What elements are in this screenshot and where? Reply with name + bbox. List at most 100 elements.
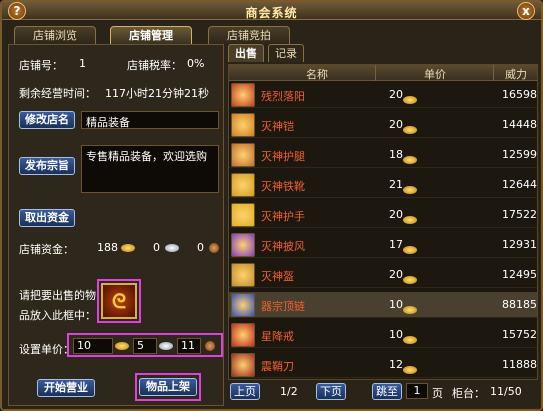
header-divider <box>375 65 376 81</box>
item-name: 灭神护手 <box>261 210 305 223</box>
shop-window: ? 商会系统 x 店铺浏览 店铺管理 店铺竞拍 店铺号： 1 店铺税率： 0% … <box>0 0 543 411</box>
gold-coin-icon <box>403 216 417 224</box>
price-label: 设置单价： <box>19 343 74 356</box>
item-price-value: 21 <box>389 178 403 191</box>
item-price-value: 10 <box>389 298 403 311</box>
item-price: 12 <box>389 358 417 374</box>
item-price-value: 17 <box>389 238 403 251</box>
item-name: 灭神铁靴 <box>261 180 305 193</box>
item-icon <box>231 203 255 227</box>
gold-coin-icon <box>403 96 417 104</box>
shop-name-input[interactable]: 精品装备 <box>81 111 219 129</box>
item-price-value: 20 <box>389 268 403 281</box>
shop-no-label: 店铺号： <box>19 59 63 72</box>
sword-item-icon: ᘓ <box>111 289 127 313</box>
list-item-button[interactable]: 物品上架 <box>139 378 197 396</box>
table-row[interactable]: 灭神铁靴 21 12644 <box>229 172 537 198</box>
item-power: 88185 <box>502 298 537 311</box>
counter-label: 柜台： <box>452 387 485 400</box>
item-icon <box>231 143 255 167</box>
tab-browse[interactable]: 店铺浏览 <box>14 26 96 44</box>
silver-ingot-icon <box>159 342 173 350</box>
item-power: 17522 <box>502 208 537 221</box>
motto-input[interactable]: 专售精品装备，欢迎选购 <box>81 145 219 193</box>
item-price: 10 <box>389 298 417 314</box>
table-row[interactable]: 灭神盔 20 12495 <box>229 262 537 288</box>
tab-auction[interactable]: 店铺竞拍 <box>208 26 290 44</box>
tab-manage[interactable]: 店铺管理 <box>110 26 192 44</box>
right-panel: 出售 记录 名称 单价 威力 残烈落阳 20 16598 灭神铠 20 14448 灭神护腿… <box>228 44 538 406</box>
item-icon <box>231 173 255 197</box>
close-button[interactable]: x <box>517 2 535 20</box>
item-icon <box>231 323 255 347</box>
tax-value: 0% <box>187 57 205 70</box>
item-name: 灭神护腿 <box>261 150 305 163</box>
item-price-value: 18 <box>389 148 403 161</box>
tab-selling[interactable]: 出售 <box>228 44 264 62</box>
item-icon <box>231 233 255 257</box>
item-price-value: 20 <box>389 208 403 221</box>
manage-panel: 店铺号： 1 店铺税率： 0% 剩余经营时间： 117小时21分钟21秒 修改店… <box>8 44 224 406</box>
header-price: 单价 <box>424 68 446 81</box>
withdraw-button[interactable]: 取出资金 <box>19 209 75 227</box>
counter-value: 11/50 <box>490 385 522 398</box>
open-business-button[interactable]: 开始营业 <box>37 379 95 397</box>
price-copper-input[interactable]: 11 <box>177 338 201 354</box>
remain-value: 117小时21分钟21秒 <box>105 87 209 100</box>
gold-coin-icon <box>115 342 129 350</box>
copper-coin-icon <box>205 341 215 351</box>
item-power: 14448 <box>502 118 537 131</box>
item-power: 12644 <box>502 178 537 191</box>
item-drop-slot[interactable]: ᘓ <box>101 283 137 319</box>
motto-button[interactable]: 发布宗旨 <box>19 157 75 175</box>
page-indicator: 1/2 <box>280 385 298 398</box>
shop-no-value: 1 <box>79 57 86 70</box>
table-header: 名称 单价 威力 <box>229 65 537 81</box>
table-row[interactable]: 器宗顶链 10 88185 <box>229 292 537 318</box>
item-name: 残烈落阳 <box>261 90 305 103</box>
gold-coin-icon <box>403 336 417 344</box>
item-price-value: 10 <box>389 328 403 341</box>
item-price: 20 <box>389 118 417 134</box>
tab-records[interactable]: 记录 <box>268 44 304 62</box>
item-name: 震鞘刀 <box>261 360 294 373</box>
item-power: 15752 <box>502 328 537 341</box>
item-price: 18 <box>389 148 417 164</box>
rename-button[interactable]: 修改店名 <box>19 111 75 129</box>
item-icon <box>231 263 255 287</box>
item-name: 器宗顶链 <box>261 300 305 313</box>
drop-hint-line1: 请把要出售的物 <box>19 289 96 302</box>
prev-page-button[interactable]: 上页 <box>230 383 260 400</box>
copper-coin-icon <box>209 243 219 253</box>
item-icon <box>231 293 255 317</box>
gold-coin-icon <box>403 276 417 284</box>
price-silver-input[interactable]: 5 <box>133 338 157 354</box>
table-row[interactable]: 灭神铠 20 14448 <box>229 112 537 138</box>
table-row[interactable]: 震鞘刀 12 11888 <box>229 352 537 378</box>
item-name: 灭神披风 <box>261 240 305 253</box>
item-price-value: 20 <box>389 118 403 131</box>
funds-copper: 0 <box>197 241 204 254</box>
item-price-value: 20 <box>389 88 403 101</box>
price-gold-input[interactable]: 10 <box>73 338 113 354</box>
item-icon <box>231 113 255 137</box>
gold-coin-icon <box>121 244 135 252</box>
table-row[interactable]: 灭神披风 17 12931 <box>229 232 537 258</box>
table-row[interactable]: 灭神护腿 18 12599 <box>229 142 537 168</box>
jump-button[interactable]: 跳至 <box>372 383 402 400</box>
table-row[interactable]: 星降戒 10 15752 <box>229 322 537 348</box>
item-name: 星降戒 <box>261 330 294 343</box>
item-power: 16598 <box>502 88 537 101</box>
item-power: 12495 <box>502 268 537 281</box>
table-row[interactable]: 残烈落阳 20 16598 <box>229 82 537 108</box>
next-page-button[interactable]: 下页 <box>316 383 346 400</box>
window-title: 商会系统 <box>245 6 298 20</box>
tax-label: 店铺税率： <box>127 59 182 72</box>
item-name: 灭神铠 <box>261 120 294 133</box>
jump-page-input[interactable]: 1 <box>406 383 428 399</box>
item-price: 20 <box>389 208 417 224</box>
funds-gold: 188 <box>97 241 118 254</box>
page-unit: 页 <box>432 387 443 400</box>
table-row[interactable]: 灭神护手 20 17522 <box>229 202 537 228</box>
item-price: 10 <box>389 328 417 344</box>
